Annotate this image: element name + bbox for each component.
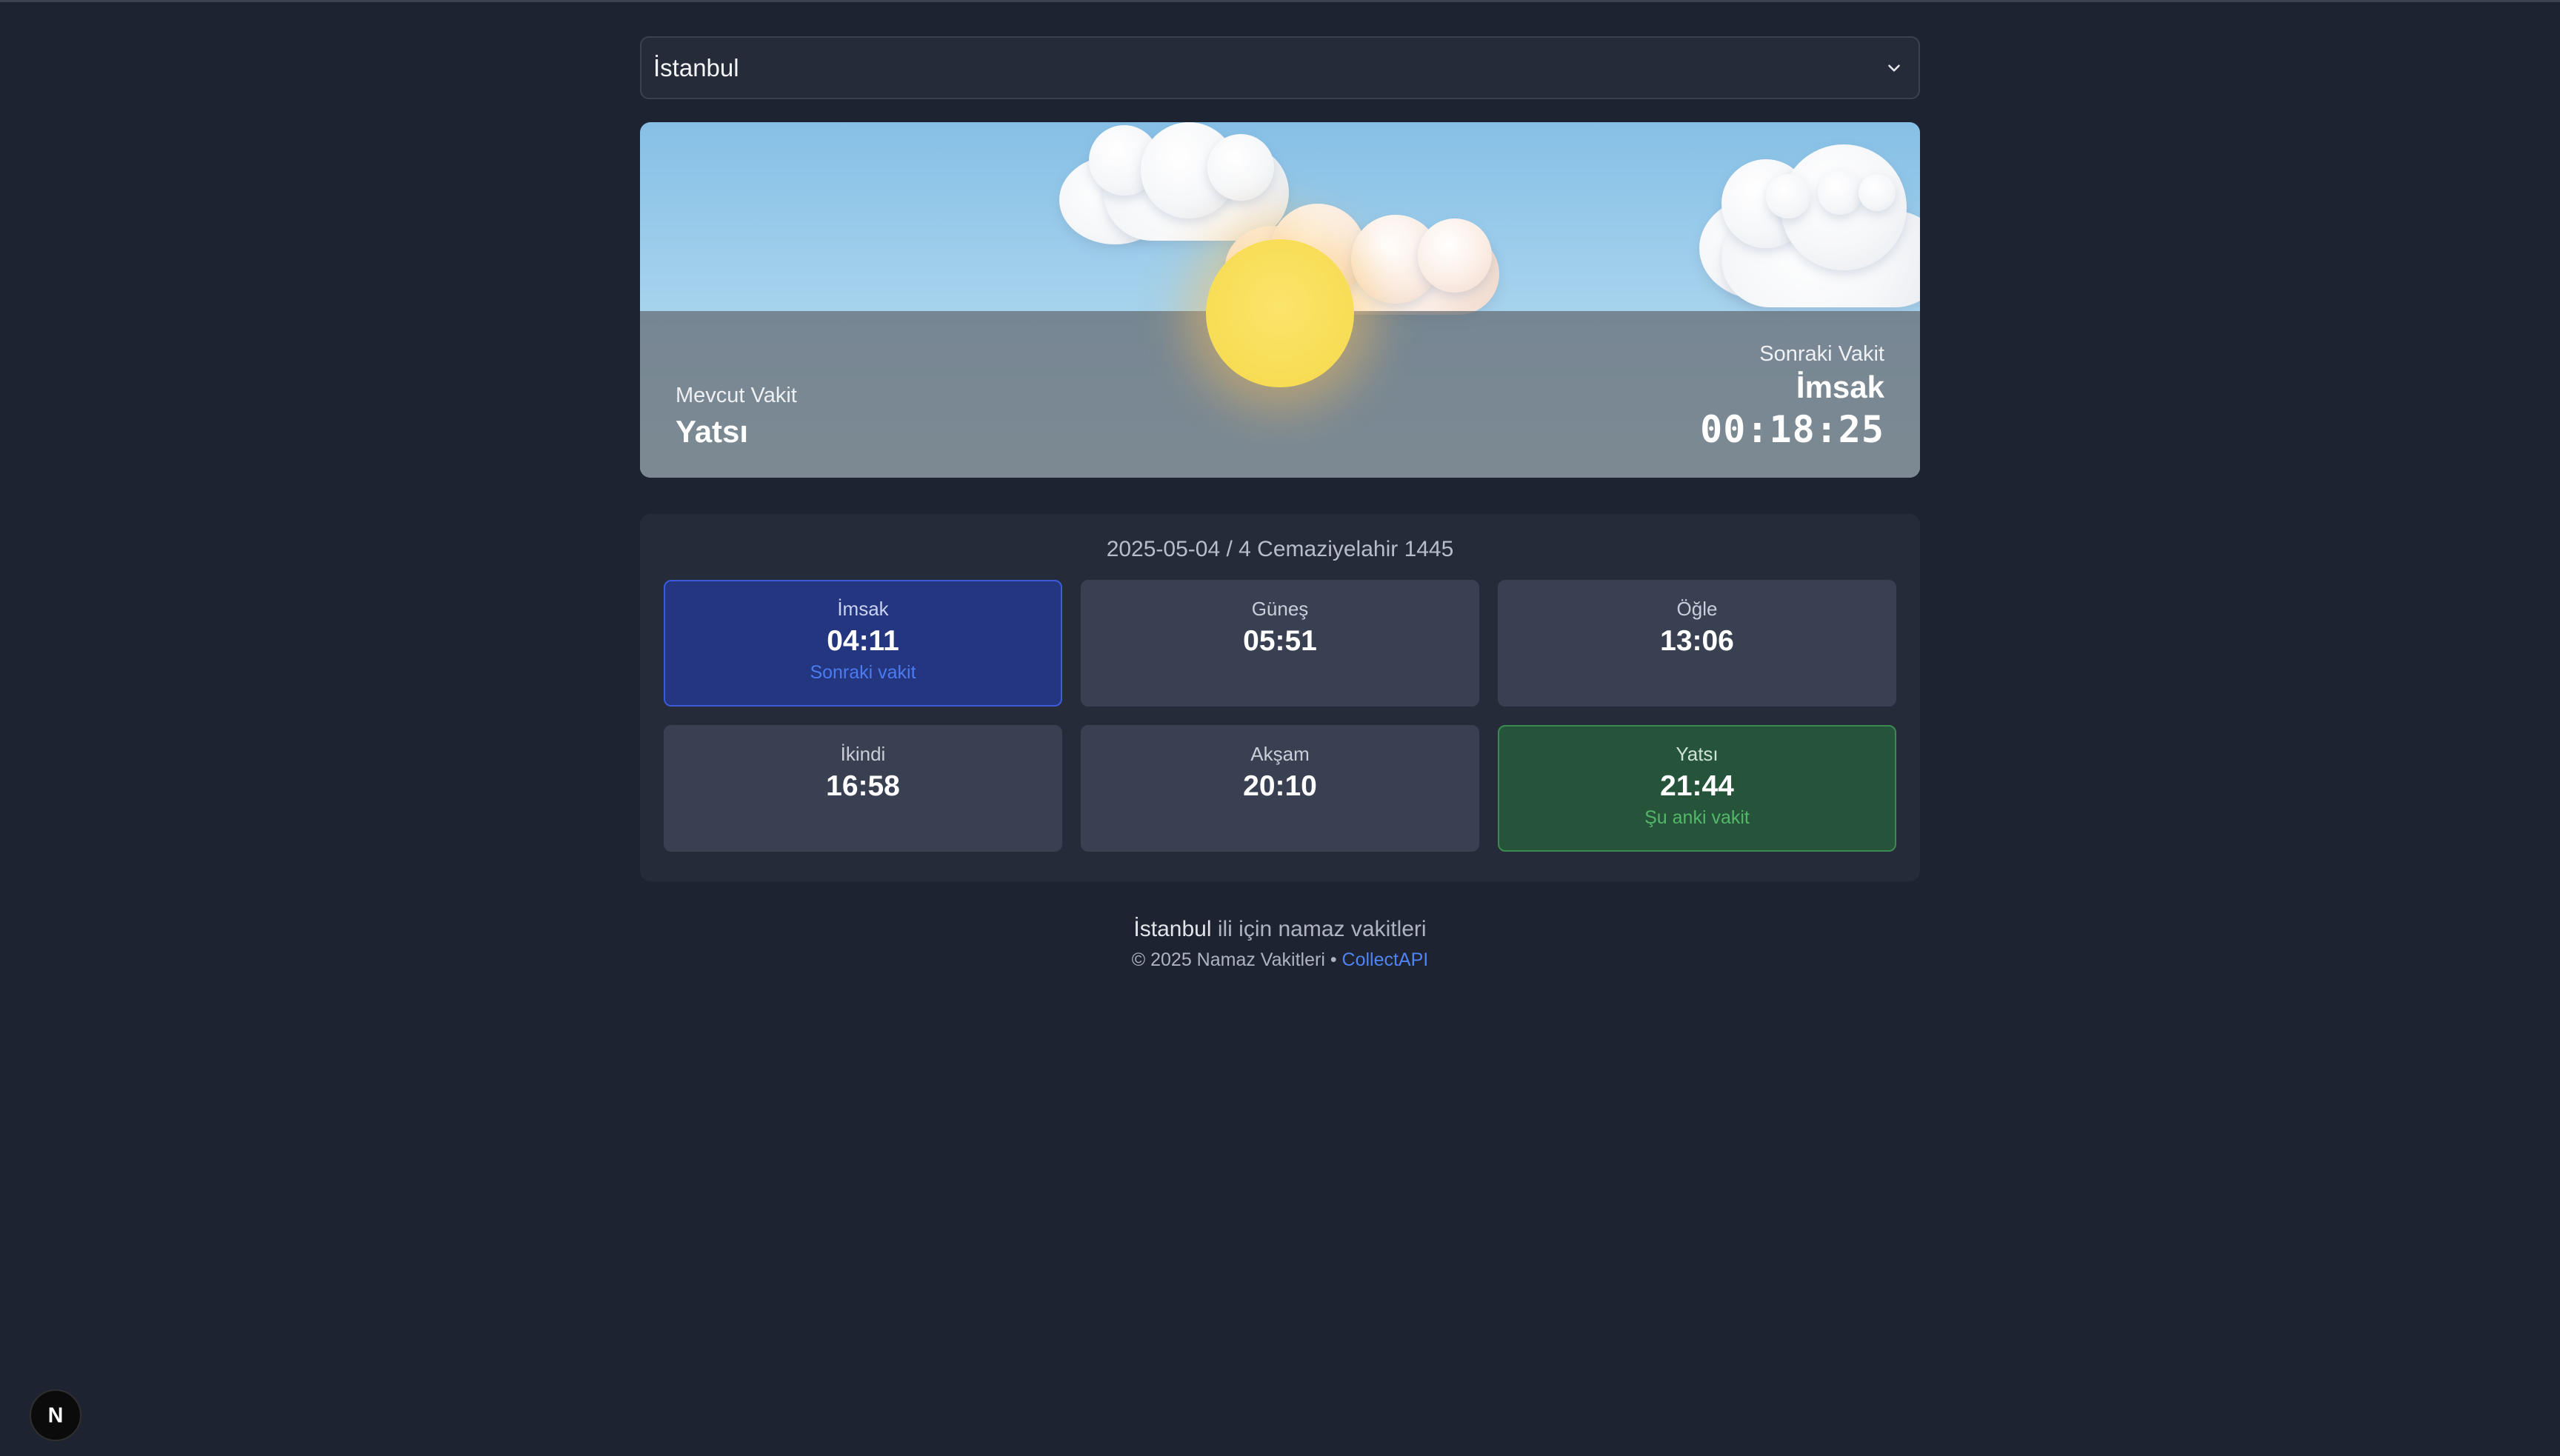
next-prayer-label: Sonraki Vakit xyxy=(1759,342,1884,366)
nextjs-dev-indicator-button[interactable]: N xyxy=(30,1389,81,1441)
main-container: İstanbul Mevcut Vakit Yatsı Sonraki Vaki… xyxy=(640,36,1920,971)
date-line: 2025-05-04 / 4 Cemaziyelahir 1445 xyxy=(1106,537,1454,561)
prayer-times-panel: 2025-05-04 / 4 Cemaziyelahir 1445 İmsak … xyxy=(640,514,1920,881)
footer-city: İstanbul xyxy=(1133,917,1212,941)
prayer-time: 13:06 xyxy=(1660,625,1734,657)
city-select[interactable]: İstanbul xyxy=(640,36,1920,99)
prayer-name: Güneş xyxy=(1251,598,1309,620)
copyright-text: © 2025 Namaz Vakitleri • xyxy=(1131,949,1342,970)
prayer-card-imsak: İmsak 04:11 Sonraki vakit xyxy=(664,580,1062,707)
chevron-down-icon xyxy=(1884,59,1904,78)
top-border xyxy=(0,0,2560,2)
prayer-name: Öğle xyxy=(1676,598,1718,620)
collectapi-link[interactable]: CollectAPI xyxy=(1342,949,1429,970)
prayer-status: Şu anki vakit xyxy=(1644,807,1750,828)
prayer-card-gunes: Güneş 05:51 xyxy=(1081,580,1479,707)
current-prayer-name: Yatsı xyxy=(676,414,749,449)
prayer-times-grid: İmsak 04:11 Sonraki vakit Güneş 05:51 Öğ… xyxy=(664,580,1896,852)
prayer-time: 16:58 xyxy=(826,770,900,802)
prayer-name: Yatsı xyxy=(1676,743,1719,765)
prayer-name: İmsak xyxy=(837,598,889,620)
current-prayer-label: Mevcut Vakit xyxy=(676,384,797,407)
prayer-time: 05:51 xyxy=(1243,625,1317,657)
footer: İstanbul ili için namaz vakitleri © 2025… xyxy=(640,917,1920,971)
prayer-time: 21:44 xyxy=(1660,770,1734,802)
footer-caption: İstanbul ili için namaz vakitleri xyxy=(640,917,1920,942)
prayer-name: Akşam xyxy=(1250,743,1310,765)
next-prayer-block: Sonraki Vakit İmsak 00:18:25 xyxy=(1700,342,1884,451)
svg-text:N: N xyxy=(48,1404,64,1428)
prayer-card-yatsi: Yatsı 21:44 Şu anki vakit xyxy=(1498,725,1896,852)
current-prayer-block: Mevcut Vakit Yatsı xyxy=(676,384,797,450)
prayer-card-ikindi: İkindi 16:58 xyxy=(664,725,1062,852)
prayer-status: Sonraki vakit xyxy=(810,662,916,683)
prayer-time: 20:10 xyxy=(1243,770,1317,802)
cloud-illustration-right xyxy=(1699,137,1920,307)
sun-illustration xyxy=(1206,239,1354,387)
countdown-timer: 00:18:25 xyxy=(1700,408,1884,451)
prayer-name: İkindi xyxy=(840,743,886,765)
prayer-card-ogle: Öğle 13:06 xyxy=(1498,580,1896,707)
city-select-value: İstanbul xyxy=(653,53,739,81)
hero-banner: Mevcut Vakit Yatsı Sonraki Vakit İmsak 0… xyxy=(640,122,1920,478)
prayer-card-aksam: Akşam 20:10 xyxy=(1081,725,1479,852)
prayer-time: 04:11 xyxy=(827,625,899,657)
footer-copyright: © 2025 Namaz Vakitleri • CollectAPI xyxy=(640,949,1920,971)
nextjs-logo-icon: N xyxy=(48,1404,64,1428)
next-prayer-name: İmsak xyxy=(1796,370,1884,404)
footer-caption-text: ili için namaz vakitleri xyxy=(1211,917,1427,941)
